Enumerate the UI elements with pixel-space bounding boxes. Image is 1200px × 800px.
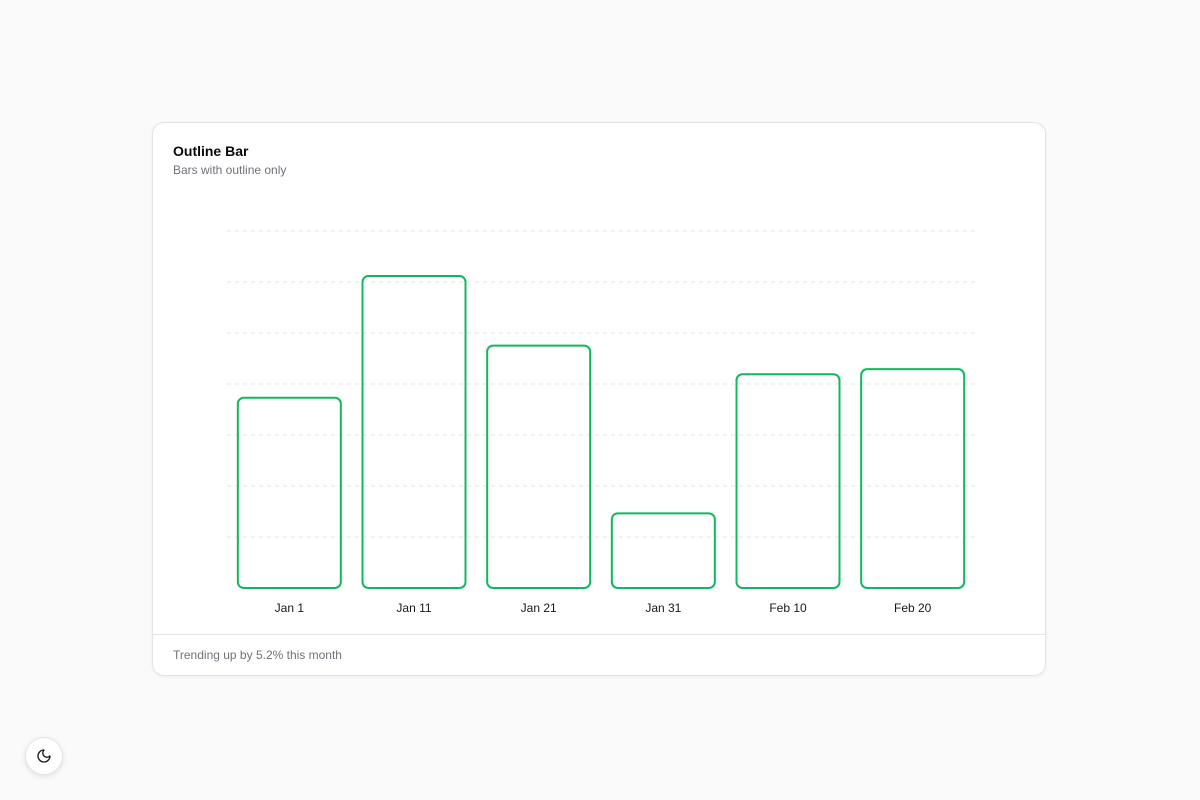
bar-jan-11[interactable] [361, 275, 467, 589]
x-tick-label: Jan 21 [521, 601, 557, 615]
chart-grid [227, 230, 975, 538]
chart-card: Outline Bar Bars with outline only Jan 1… [152, 122, 1046, 676]
x-tick-label: Jan 31 [645, 601, 681, 615]
bar-feb-20[interactable] [860, 368, 966, 589]
moon-icon [37, 749, 51, 763]
x-tick-label: Feb 10 [769, 601, 807, 615]
bar-jan-21[interactable] [486, 344, 592, 589]
theme-toggle-button[interactable] [25, 737, 63, 775]
outline-bar-chart: Jan 1 Jan 11 Jan 21 Jan 31 Feb 10 Feb 20 [227, 230, 975, 615]
x-tick-label: Jan 1 [275, 601, 305, 615]
footer-trend-text: Trending up by 5.2% this month [173, 648, 342, 662]
bar-jan-31[interactable] [610, 512, 716, 589]
x-tick-label: Feb 20 [894, 601, 932, 615]
bar-jan-1[interactable] [236, 396, 342, 589]
x-tick-label: Jan 11 [396, 601, 431, 615]
chart-x-axis: Jan 1 Jan 11 Jan 21 Jan 31 Feb 10 Feb 20 [275, 601, 932, 615]
bar-feb-10[interactable] [735, 373, 841, 589]
chart-bars [236, 275, 966, 589]
card-footer: Trending up by 5.2% this month [153, 634, 1045, 675]
